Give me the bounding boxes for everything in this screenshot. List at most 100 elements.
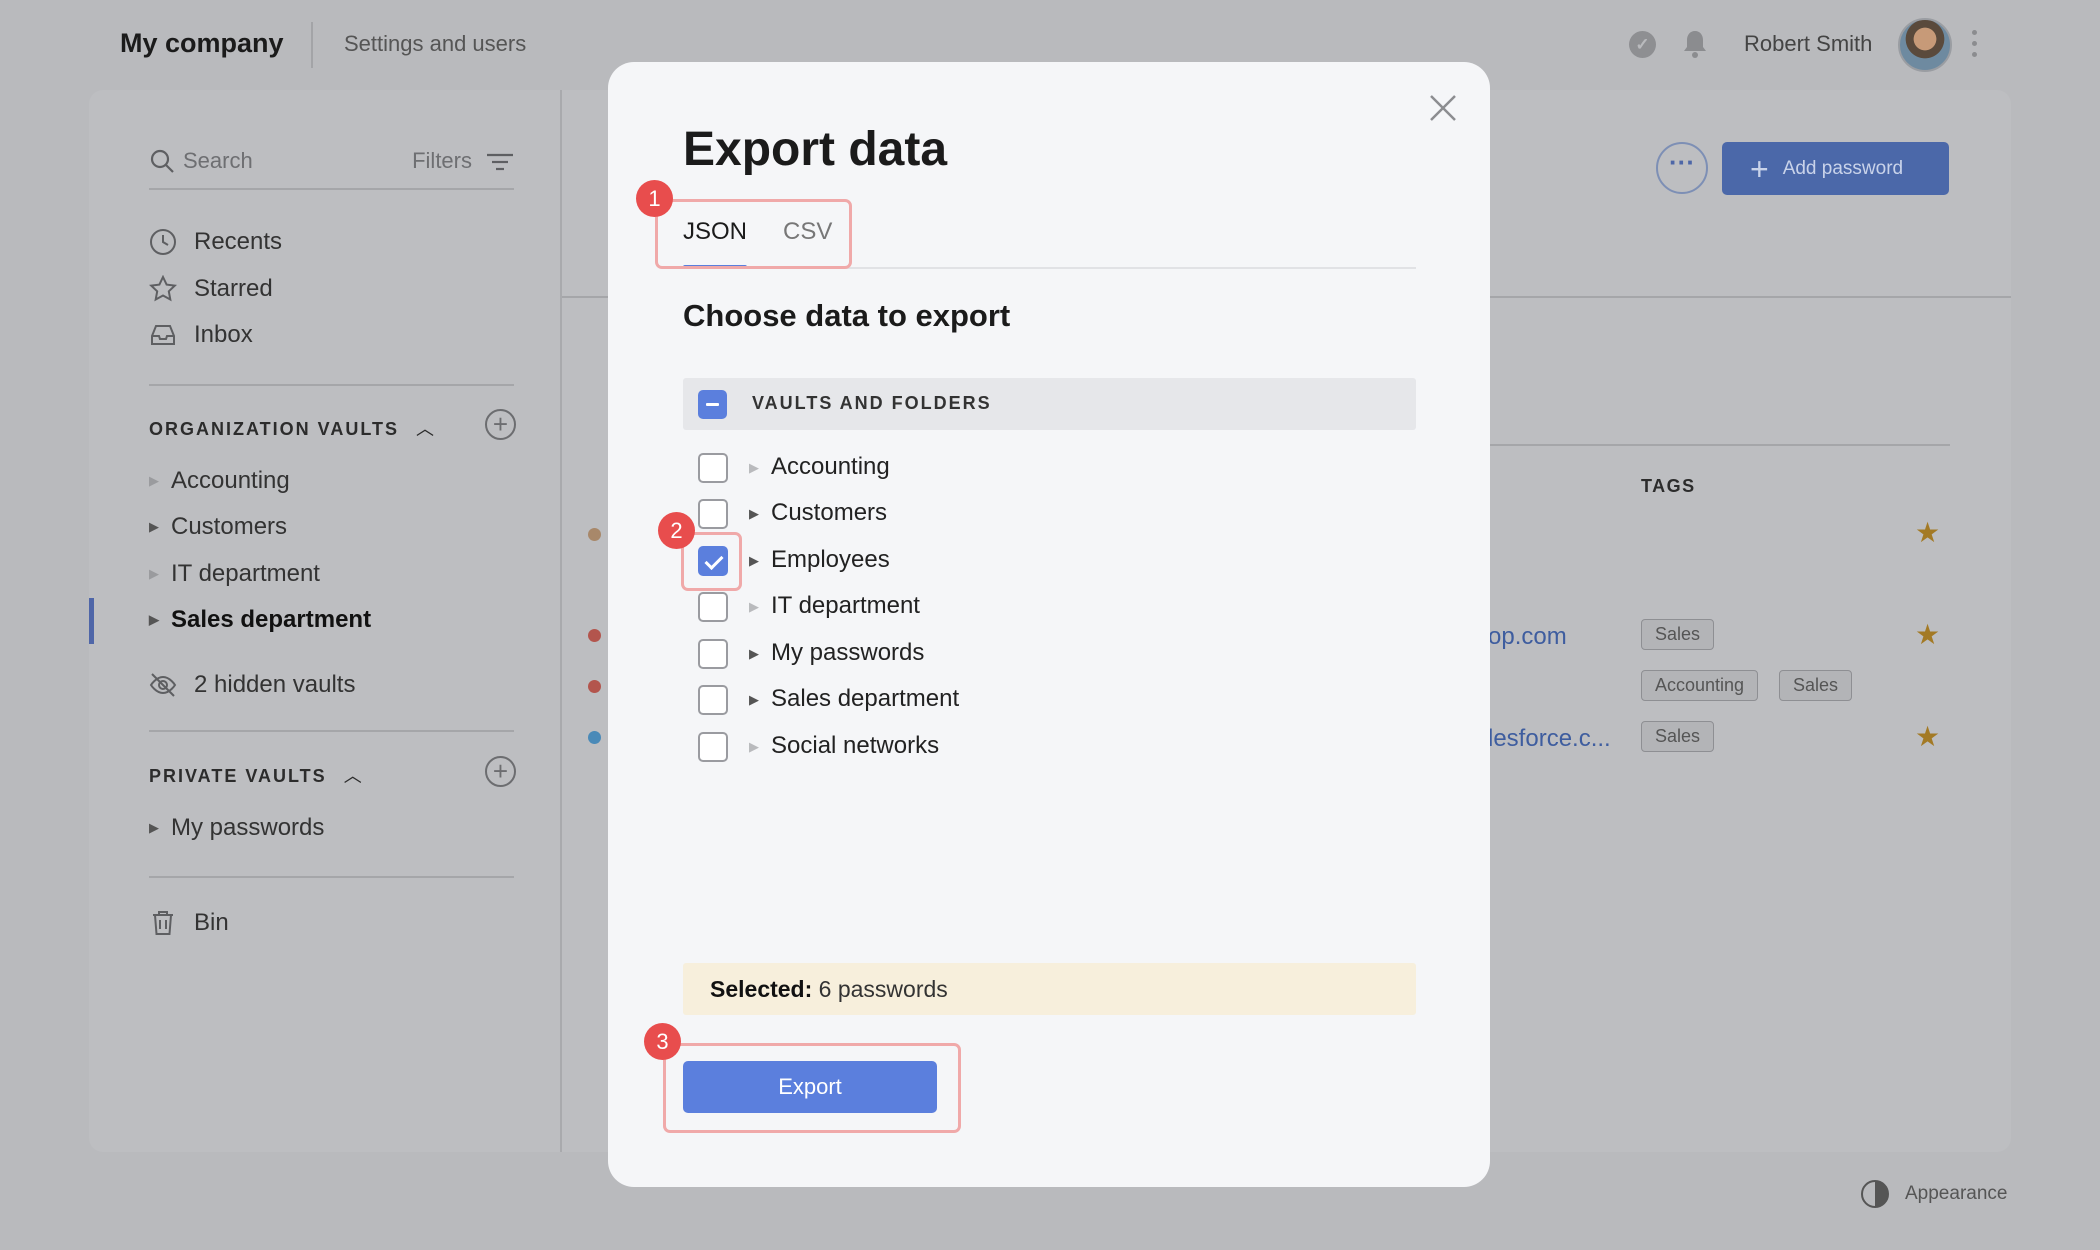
active-indicator — [89, 598, 94, 644]
vault-color-dot — [588, 629, 601, 642]
item-label: Customers — [771, 499, 888, 526]
caret-right-icon[interactable]: ▶ — [149, 612, 171, 628]
item-label: Sales department — [771, 685, 960, 712]
row-url-link[interactable]: lesforce.c... — [1488, 725, 1611, 753]
select-all-checkbox[interactable] — [698, 390, 727, 419]
export-item-customers[interactable]: ▶ Customers — [698, 498, 1198, 530]
trash-icon — [153, 911, 173, 935]
caret-right-icon[interactable]: ▶ — [749, 646, 759, 662]
bell-icon[interactable] — [1680, 28, 1710, 60]
checkbox[interactable] — [698, 685, 728, 715]
search-input[interactable]: Search Filters — [149, 146, 514, 190]
vault-color-dot — [588, 680, 601, 693]
vault-color-dot — [588, 528, 601, 541]
contrast-icon — [1861, 1180, 1889, 1208]
divider — [1490, 444, 1950, 446]
caret-right-icon[interactable]: ▶ — [749, 739, 759, 755]
caret-right-icon[interactable]: ▶ — [149, 519, 171, 535]
item-label: My passwords — [771, 639, 925, 666]
tag-badge[interactable]: Sales — [1641, 619, 1715, 650]
private-vaults-heading[interactable]: PRIVATE VAULTS ︿ — [149, 762, 364, 788]
add-password-button[interactable]: + Add password — [1722, 142, 1949, 195]
caret-right-icon[interactable]: ▶ — [749, 599, 759, 615]
add-private-vault-button[interactable]: + — [485, 756, 516, 787]
more-options-button[interactable]: ··· — [1656, 142, 1708, 194]
caret-right-icon[interactable]: ▶ — [749, 692, 759, 708]
step-highlight-box — [655, 199, 852, 269]
sidebar-vault-it-department[interactable]: ▶ IT department — [149, 560, 320, 588]
export-button[interactable]: Export — [683, 1061, 937, 1113]
divider — [149, 876, 514, 878]
tag-badge[interactable]: Sales — [1779, 670, 1853, 701]
sidebar-vault-my-passwords[interactable]: ▶ My passwords — [149, 814, 324, 842]
user-name[interactable]: Robert Smith — [1744, 31, 1872, 57]
export-item-employees[interactable]: ▶ Employees — [698, 545, 1198, 577]
sidebar-divider — [560, 90, 562, 1152]
caret-right-icon[interactable]: ▶ — [149, 820, 171, 836]
settings-and-users-link[interactable]: Settings and users — [344, 31, 526, 57]
caret-right-icon[interactable]: ▶ — [749, 460, 759, 476]
sidebar-item-label: Inbox — [194, 321, 253, 348]
chevron-up-icon[interactable]: ︿ — [416, 419, 436, 439]
clock-icon — [150, 229, 176, 255]
sidebar-vault-sales-department[interactable]: ▶ Sales department — [149, 606, 371, 634]
sidebar-item-recents[interactable]: Recents — [149, 228, 282, 256]
row-url-link[interactable]: op.com — [1488, 623, 1567, 651]
chevron-up-icon[interactable]: ︿ — [344, 766, 364, 786]
checkbox[interactable] — [698, 453, 728, 483]
tag-badge[interactable]: Sales — [1641, 721, 1715, 752]
caret-right-icon[interactable]: ▶ — [749, 553, 759, 569]
caret-right-icon[interactable]: ▶ — [149, 473, 171, 489]
star-icon[interactable]: ★ — [1915, 618, 1940, 651]
caret-right-icon[interactable]: ▶ — [149, 566, 171, 582]
appearance-toggle[interactable]: Appearance — [1861, 1180, 2007, 1208]
hidden-vaults-link[interactable]: 2 hidden vaults — [149, 671, 355, 699]
star-icon[interactable]: ★ — [1915, 516, 1940, 549]
filter-icon[interactable] — [486, 150, 514, 174]
add-org-vault-button[interactable]: + — [485, 409, 516, 440]
sidebar-item-inbox[interactable]: Inbox — [149, 321, 253, 349]
tag-badge[interactable]: Accounting — [1641, 670, 1759, 701]
item-label: Accounting — [771, 453, 890, 480]
sidebar-vault-customers[interactable]: ▶ Customers — [149, 513, 287, 541]
vaults-and-folders-header: VAULTS AND FOLDERS — [683, 378, 1416, 430]
checkbox[interactable] — [698, 499, 728, 529]
hidden-vaults-label: 2 hidden vaults — [194, 671, 356, 698]
sidebar-item-label: Recents — [194, 228, 283, 255]
more-vertical-icon[interactable] — [1970, 30, 1980, 60]
avatar[interactable] — [1898, 18, 1952, 72]
divider — [149, 384, 514, 386]
export-item-sales-department[interactable]: ▶ Sales department — [698, 684, 1198, 716]
company-name[interactable]: My company — [120, 28, 284, 59]
sidebar-item-starred[interactable]: Starred — [149, 275, 273, 303]
org-vaults-heading[interactable]: ORGANIZATION VAULTS ︿ — [149, 415, 436, 441]
export-item-social-networks[interactable]: ▶ Social networks — [698, 731, 1198, 763]
sidebar-item-label: Bin — [194, 909, 229, 936]
appearance-label: Appearance — [1905, 1183, 2008, 1204]
export-item-accounting[interactable]: ▶ Accounting — [698, 452, 1198, 484]
search-placeholder: Search — [183, 148, 253, 173]
check-circle-icon[interactable]: ✓ — [1629, 31, 1656, 58]
modal-title: Export data — [683, 123, 948, 176]
sidebar-item-bin[interactable]: Bin — [149, 909, 229, 937]
step-badge-3: 3 — [644, 1023, 681, 1060]
export-item-my-passwords[interactable]: ▶ My passwords — [698, 638, 1198, 670]
tags-column-header[interactable]: TAGS — [1641, 476, 1696, 497]
step-badge-1: 1 — [636, 180, 673, 217]
step-badge-2: 2 — [658, 512, 695, 549]
divider — [149, 730, 514, 732]
section-title: Choose data to export — [683, 298, 1011, 333]
star-icon — [149, 275, 177, 302]
star-icon[interactable]: ★ — [1915, 720, 1940, 753]
sidebar-vault-accounting[interactable]: ▶ Accounting — [149, 467, 290, 495]
caret-right-icon[interactable]: ▶ — [749, 506, 759, 522]
plus-icon: + — [1750, 150, 1769, 187]
checkbox[interactable] — [698, 732, 728, 762]
close-icon[interactable] — [1428, 93, 1458, 123]
checkbox[interactable] — [698, 639, 728, 669]
export-item-it-department[interactable]: ▶ IT department — [698, 591, 1198, 623]
sidebar-item-label: Starred — [194, 275, 273, 302]
checkbox[interactable] — [698, 592, 728, 622]
vault-color-dot — [588, 731, 601, 744]
filters-label[interactable]: Filters — [412, 148, 472, 174]
